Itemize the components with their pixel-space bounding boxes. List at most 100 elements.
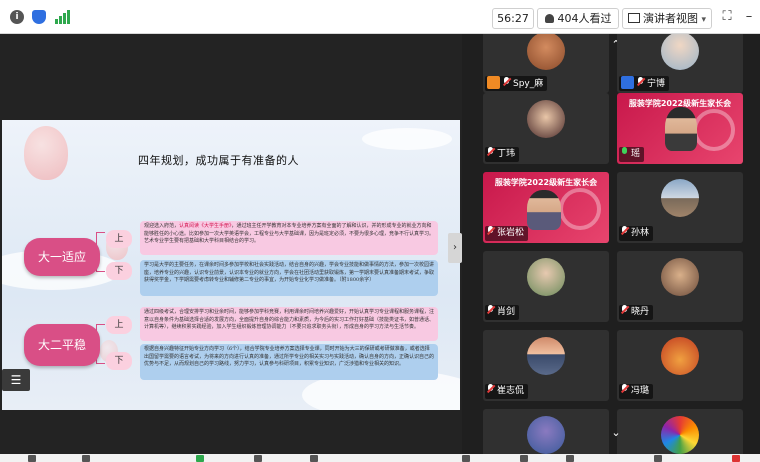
- logo-decoration: [559, 188, 601, 230]
- year1-term1-text-pre: 观迎选入府范，: [144, 223, 180, 229]
- participant-name: 宁博: [647, 79, 666, 89]
- avatar: [661, 34, 699, 70]
- record-icon[interactable]: [462, 455, 470, 462]
- mic-off-icon: [487, 226, 494, 236]
- viewer-count-label: 404人看过: [557, 12, 612, 25]
- year1-label: 大一适应: [24, 238, 100, 276]
- year1-term2-label: 下: [106, 262, 132, 280]
- year1-term1-label: 上: [106, 230, 132, 248]
- avatar: [527, 337, 565, 375]
- avatar: [661, 258, 699, 296]
- participant-name-tag: 孙林: [619, 226, 654, 241]
- participant-tile[interactable]: Spy_麻: [483, 34, 609, 93]
- year1-term2-content: 学习是大学的主要任务，在课余时间多参加学校和社会实践活动，结合自身的兴趣，学会专…: [140, 260, 438, 296]
- settings-icon[interactable]: [520, 455, 528, 462]
- avatar: [661, 179, 699, 217]
- viewer-count[interactable]: 404人看过: [537, 8, 619, 29]
- participant-name: 张岩松: [497, 228, 525, 238]
- avatar: [527, 258, 565, 296]
- participant-tile[interactable]: [617, 409, 743, 454]
- fullscreen-button[interactable]: ⛶: [719, 8, 735, 26]
- participant-tile[interactable]: 晓丹: [617, 251, 743, 322]
- reactions-icon[interactable]: [654, 455, 662, 462]
- presentation-slide: 四年规划，成功属于有准备的人 大一适应 上 下 观迎选入府范，认真阅读《大学生手…: [2, 120, 460, 410]
- scroll-down-button[interactable]: ⌄: [610, 427, 622, 439]
- banner-text: 服装学院2022级新生家长会: [494, 178, 598, 187]
- participant-name: 冯璐: [631, 386, 650, 396]
- participant-tile[interactable]: 服装学院2022级新生家长会 瑶: [617, 93, 743, 164]
- year2-term1-content: 通过四级考试，合理安排学习和业余时间，能够参加学科竞赛，利用课余时间培养兴趣爱好…: [140, 307, 438, 341]
- mic-off-icon: [637, 77, 644, 87]
- shield-icon[interactable]: [32, 10, 46, 24]
- participant-name-tag: 瑶: [619, 147, 645, 162]
- year1-term1-content: 观迎选入府范，认真阅读《大学生手册》，通过班主任开学教育对本专业培养方案有全面的…: [140, 221, 438, 255]
- mic-off-icon: [503, 77, 510, 87]
- avatar: [527, 416, 565, 454]
- participant-name: 晓丹: [631, 307, 650, 317]
- participant-tile[interactable]: [483, 409, 609, 454]
- participant-tile[interactable]: 丁玮: [483, 93, 609, 164]
- year2-term2-content: 根据自身兴趣特征开始专业方向学习（6个），结合学院专业培养方案选择专业课，同时开…: [140, 344, 438, 380]
- avatar: [527, 100, 565, 138]
- share-screen-icon[interactable]: [196, 455, 204, 462]
- presenter-view-dropdown[interactable]: 演讲者视图 ▾: [622, 8, 712, 29]
- mic-on-icon: [621, 147, 628, 157]
- avatar: [661, 416, 699, 454]
- avatar: [661, 337, 699, 375]
- chevron-down-icon: ▾: [701, 15, 707, 25]
- mic-off-icon: [621, 305, 628, 315]
- logo-decoration: [693, 109, 735, 151]
- minimize-button[interactable]: –: [741, 8, 757, 26]
- bottom-toolbar: [0, 454, 760, 462]
- participant-name: Spy_麻: [513, 79, 544, 89]
- video-panel: ⌃ Spy_麻 宁博 丁玮 服装学院2022级新生家长会 瑶 服装学院2022级…: [470, 34, 760, 454]
- host-badge-icon: [487, 76, 500, 89]
- people-icon: [544, 14, 554, 23]
- mic-off-icon: [621, 384, 628, 394]
- slide-menu-button[interactable]: ☰: [2, 369, 30, 391]
- participant-name-tag: 肖剑: [485, 305, 520, 320]
- chat-icon[interactable]: [310, 455, 318, 462]
- mic-icon[interactable]: [28, 455, 36, 462]
- participant-name-tag: 崔志侃: [485, 384, 529, 399]
- participant-tile[interactable]: 孙林: [617, 172, 743, 243]
- collapse-panel-button[interactable]: ›: [448, 233, 462, 263]
- participant-tile[interactable]: 冯璐: [617, 330, 743, 401]
- presenter-view-icon: [627, 13, 640, 23]
- mic-off-icon: [487, 147, 494, 157]
- more-icon[interactable]: [566, 455, 574, 462]
- participant-name-tag: 丁玮: [485, 147, 520, 162]
- year1-term1-text-highlight: 认真阅读《大学生手册》: [179, 223, 232, 229]
- participant-name: 肖剑: [497, 307, 516, 317]
- participant-tile[interactable]: 肖剑: [483, 251, 609, 322]
- info-icon[interactable]: i: [10, 10, 24, 24]
- participant-name: 丁玮: [497, 149, 516, 159]
- avatar: [527, 34, 565, 70]
- leave-icon[interactable]: [732, 455, 740, 462]
- participant-name: 崔志侃: [497, 386, 525, 396]
- participants-icon[interactable]: [254, 455, 262, 462]
- mic-off-icon: [621, 226, 628, 236]
- year2-term1-label: 上: [106, 316, 132, 334]
- balloon-decoration: [24, 126, 68, 180]
- year2-term2-label: 下: [106, 352, 132, 370]
- participant-name-tag: Spy_麻: [485, 76, 548, 91]
- participant-video: [665, 107, 697, 151]
- participant-name-tag: 张岩松: [485, 226, 529, 241]
- participant-video: [527, 190, 561, 230]
- meeting-timer: 56:27: [492, 8, 534, 29]
- slide-title: 四年规划，成功属于有准备的人: [138, 154, 299, 167]
- participant-name-tag: 冯璐: [619, 384, 654, 399]
- participant-tile[interactable]: 服装学院2022级新生家长会 张岩松: [483, 172, 609, 243]
- participant-name: 孙林: [631, 228, 650, 238]
- participant-tile[interactable]: 宁博: [617, 34, 743, 93]
- participant-tile[interactable]: 崔志侃: [483, 330, 609, 401]
- participant-name: 瑶: [631, 149, 641, 159]
- signal-icon[interactable]: [55, 10, 71, 24]
- camera-icon[interactable]: [82, 455, 90, 462]
- shared-screen: 四年规划，成功属于有准备的人 大一适应 上 下 观迎选入府范，认真阅读《大学生手…: [0, 34, 462, 454]
- year2-label: 大二平稳: [24, 324, 100, 366]
- cloud-decoration: [362, 128, 452, 150]
- chevron-right-icon: ›: [453, 242, 457, 253]
- mic-off-icon: [487, 305, 494, 315]
